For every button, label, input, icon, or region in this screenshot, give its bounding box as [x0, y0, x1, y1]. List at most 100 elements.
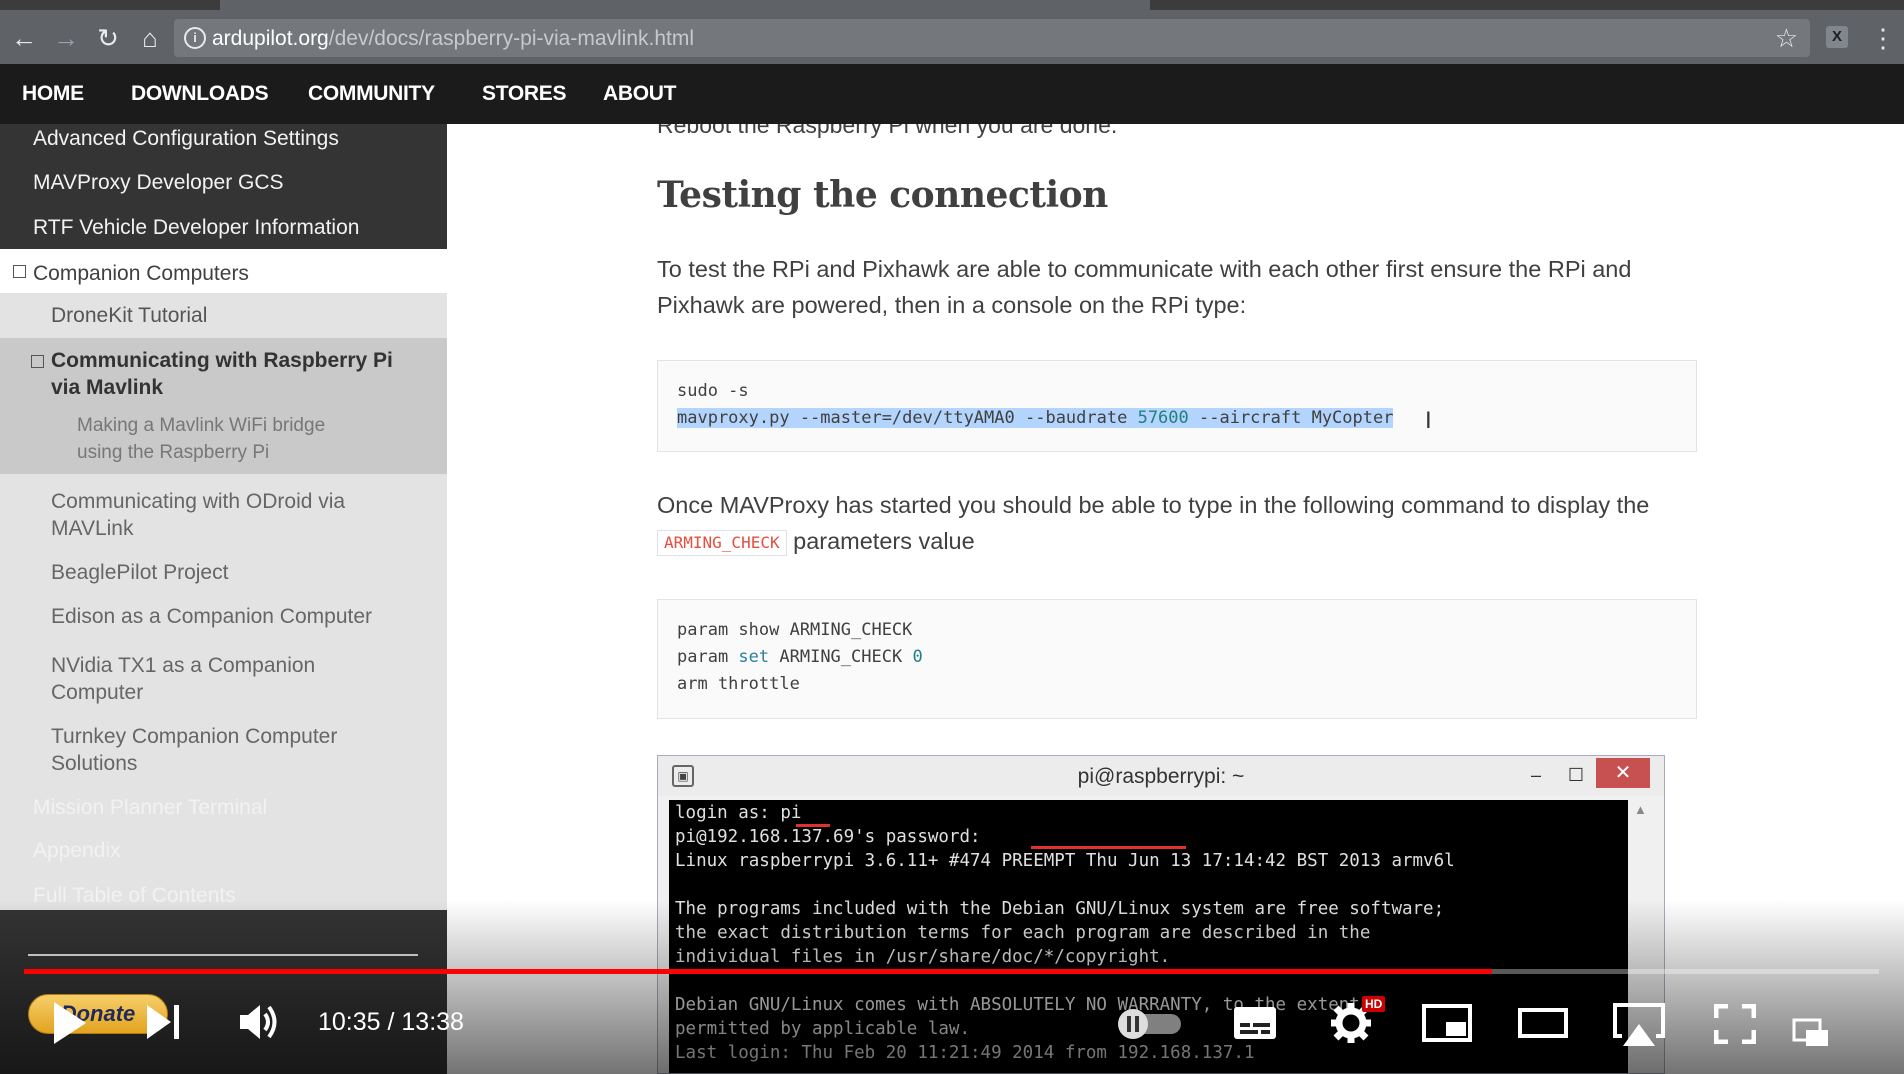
previous-paragraph: Reboot the Raspberry Pi when you are don…	[657, 124, 1118, 138]
cast-screen-icon[interactable]	[1792, 1018, 1830, 1048]
paragraph-line: Once MAVProxy has started you should be …	[657, 492, 1650, 518]
home-icon[interactable]: ⌂	[134, 22, 166, 54]
code-token: ARMING_CHECK	[769, 647, 913, 667]
scroll-up-icon[interactable]: ▲	[1634, 802, 1647, 817]
mavproxy-paragraph: Once MAVProxy has started you should be …	[657, 487, 1717, 559]
terminal-line: login as: pi	[675, 803, 802, 823]
code-block-mavproxy[interactable]: sudo -s mavproxy.py --master=/dev/ttyAMA…	[657, 360, 1697, 452]
sidebar-item-label: MAVProxy Developer GCS	[33, 171, 284, 194]
nav-home[interactable]: HOME	[22, 82, 84, 106]
sidebar-item-advanced-config[interactable]: Advanced Configuration Settings	[0, 124, 447, 168]
label-line: Communicating with ODroid via	[51, 490, 346, 513]
sidebar-item-beaglepilot[interactable]: BeaglePilot Project	[0, 561, 447, 597]
sidebar-item-dronekit[interactable]: DroneKit Tutorial	[0, 293, 447, 338]
text-cursor-icon: I	[1425, 407, 1432, 434]
sidebar-item-label: Communicating with Raspberry Pi via Mavl…	[51, 347, 393, 401]
code-line: arm throttle	[677, 674, 800, 694]
label-line: Making a Mavlink WiFi bridge	[77, 415, 326, 436]
sidebar-item-edison[interactable]: Edison as a Companion Computer	[0, 605, 447, 641]
code-keyword: set	[738, 647, 770, 667]
close-icon[interactable]: ✕	[1596, 758, 1650, 788]
nav-downloads[interactable]: DOWNLOADS	[131, 82, 269, 106]
collapse-icon[interactable]	[13, 265, 26, 278]
terminal-line: Linux raspberrypi 3.6.11+ #474 PREEMPT T…	[675, 851, 1455, 871]
browser-menu-icon[interactable]: ⋮	[1870, 22, 1896, 54]
sidebar-item-label: BeaglePilot Project	[51, 561, 229, 584]
back-icon[interactable]: ←	[8, 22, 40, 54]
url-path: /dev/docs/raspberry-pi-via-mavlink.html	[328, 27, 695, 50]
annotation-underline	[796, 824, 830, 827]
terminal-line: permitted by applicable law.	[675, 1019, 971, 1039]
paragraph-line: ARMING_CHECK parameters value	[657, 523, 1717, 559]
video-progress-bar[interactable]	[24, 969, 1879, 974]
paragraph-text: parameters value	[786, 528, 975, 554]
miniplayer-icon[interactable]	[1422, 1004, 1472, 1042]
reload-icon[interactable]: ↻	[92, 22, 124, 54]
label-line: Computer	[51, 681, 144, 704]
airplay-icon[interactable]	[1612, 1002, 1666, 1048]
collapse-icon[interactable]	[31, 355, 44, 368]
label-line: NVidia TX1 as a Companion	[51, 654, 316, 677]
sidebar-item-appendix[interactable]: Appendix	[0, 830, 447, 874]
video-time: 10:35 / 13:38	[318, 1008, 464, 1036]
theater-mode-icon[interactable]	[1518, 1008, 1568, 1038]
sidebar-item-label: Making a Mavlink WiFi bridge using the R…	[77, 412, 325, 466]
hd-badge: HD	[1362, 996, 1386, 1012]
code-line: param show ARMING_CHECK	[677, 620, 913, 640]
sidebar-item-label: Communicating with ODroid via MAVLink	[51, 488, 345, 542]
sidebar-item-mission-planner-terminal[interactable]: Mission Planner Terminal	[0, 786, 447, 830]
address-bar[interactable]: i ardupilot.org/dev/docs/raspberry-pi-vi…	[174, 19, 1810, 57]
code-number: 0	[912, 647, 923, 667]
site-info-icon[interactable]: i	[184, 27, 206, 49]
sidebar-item-odroid[interactable]: Communicating with ODroid via MAVLink	[0, 488, 447, 546]
active-tab[interactable]	[220, 0, 1150, 10]
nav-stores[interactable]: STORES	[482, 82, 566, 106]
sidebar-item-turnkey[interactable]: Turnkey Companion Computer Solutions	[0, 723, 447, 781]
label-line: using the Raspberry Pi	[77, 442, 270, 463]
sidebar-item-label: DroneKit Tutorial	[51, 304, 208, 327]
minimize-icon[interactable]: –	[1520, 762, 1552, 788]
sidebar-item-raspberry-pi-mavlink[interactable]: Communicating with Raspberry Pi via Mavl…	[0, 338, 447, 400]
url-host: ardupilot.org	[212, 27, 329, 50]
nav-community[interactable]: COMMUNITY	[308, 82, 435, 106]
terminal-titlebar: ▣ pi@raspberrypi: ~ – ☐ ✕	[658, 756, 1664, 796]
sidebar-item-wifi-bridge[interactable]: Making a Mavlink WiFi bridge using the R…	[0, 400, 447, 474]
play-icon[interactable]	[50, 1000, 90, 1046]
sidebar-item-label: RTF Vehicle Developer Information	[33, 216, 360, 239]
site-nav-bar: HOME DOWNLOADS COMMUNITY STORES ABOUT	[0, 64, 1904, 124]
terminal-line: Last login: Thu Feb 20 11:21:49 2014 fro…	[675, 1043, 1255, 1063]
label-line: MAVLink	[51, 517, 134, 540]
code-block-param[interactable]: param show ARMING_CHECK param set ARMING…	[657, 599, 1697, 719]
sidebar-item-full-toc[interactable]: Full Table of Contents	[0, 874, 447, 918]
label-line: Turnkey Companion Computer	[51, 725, 338, 748]
sidebar-item-label: Edison as a Companion Computer	[51, 605, 373, 628]
sidebar-item-mavproxy-gcs[interactable]: MAVProxy Developer GCS	[0, 168, 447, 213]
sidebar-item-label: Turnkey Companion Computer Solutions	[51, 723, 337, 777]
terminal-line: pi@192.168.137.69's password:	[675, 827, 981, 847]
autoplay-toggle-icon[interactable]	[1115, 1008, 1185, 1040]
bookmark-star-icon[interactable]: ☆	[1775, 23, 1798, 54]
paragraph-line: To test the RPi and Pixhawk are able to …	[657, 256, 1632, 282]
code-token: mavproxy.py --master=/dev/ttyAMA0 --baud…	[677, 408, 1138, 428]
subtitles-icon[interactable]	[1232, 1005, 1278, 1041]
fullscreen-icon[interactable]	[1714, 1004, 1756, 1044]
terminal-line: the exact distribution terms for each pr…	[675, 923, 1371, 943]
volume-icon[interactable]	[238, 1002, 280, 1042]
nav-about[interactable]: ABOUT	[603, 82, 676, 106]
sidebar-item-nvidia-tx1[interactable]: NVidia TX1 as a Companion Computer	[0, 652, 447, 710]
url-text[interactable]: ardupilot.org/dev/docs/raspberry-pi-via-…	[212, 27, 694, 51]
terminal-line: individual files in /usr/share/doc/*/cop…	[675, 947, 1171, 967]
code-line[interactable]: mavproxy.py --master=/dev/ttyAMA0 --baud…	[677, 408, 1394, 428]
docs-sidebar: Advanced Configuration Settings MAVProxy…	[0, 124, 447, 1074]
extension-icon[interactable]: X	[1826, 26, 1848, 48]
inline-code: ARMING_CHECK	[657, 529, 787, 556]
paragraph-line: Pixhawk are powered, then in a console o…	[657, 292, 1247, 318]
code-token: param	[677, 647, 739, 667]
maximize-icon[interactable]: ☐	[1560, 762, 1592, 788]
sidebar-item-label: Full Table of Contents	[33, 884, 236, 907]
label-line: Solutions	[51, 752, 138, 775]
forward-icon[interactable]: →	[50, 22, 82, 54]
code-number: 57600	[1137, 408, 1189, 428]
sidebar-item-companion-computers[interactable]: Companion Computers	[0, 249, 447, 293]
next-video-icon[interactable]	[145, 1002, 183, 1042]
